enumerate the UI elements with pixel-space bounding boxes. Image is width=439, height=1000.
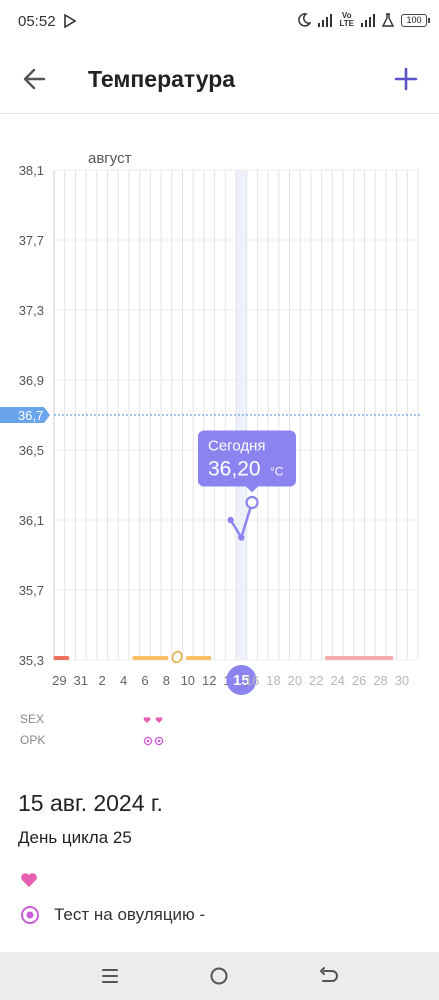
x-tick-label: 6 — [141, 673, 148, 688]
reference-line-label: 36,7 — [18, 408, 43, 423]
temperature-point — [227, 516, 234, 524]
plus-icon[interactable] — [391, 64, 421, 94]
tooltip-unit: °C — [270, 465, 284, 479]
temperature-point — [245, 495, 259, 510]
y-tick-label: 36,5 — [19, 443, 44, 458]
opk-row-label: OPK — [20, 733, 46, 747]
x-tick-label: 18 — [266, 673, 280, 688]
status-bar: 05:52 Vo LTE 100 — [0, 0, 439, 44]
x-tick-label: 12 — [202, 673, 216, 688]
lab-flask-icon — [382, 13, 394, 27]
chart-canvas[interactable]: 38,1 37,7 37,3 36,9 36,5 36,1 35,7 35,3 36,7 29 31… — [0, 140, 439, 700]
x-tick-label: 26 — [352, 673, 366, 688]
ovulation-test-row[interactable]: Тест на овуляцию - — [20, 905, 205, 925]
app-bar: Температура — [0, 44, 439, 114]
heart-icon[interactable] — [20, 872, 38, 888]
cycle-day: День цикла 25 — [18, 828, 132, 847]
tooltip-pointer — [246, 486, 259, 493]
x-tick-label: 4 — [120, 673, 127, 688]
x-tick-label: 28 — [373, 673, 387, 688]
ovulation-egg-icon — [171, 650, 183, 664]
temperature-point — [238, 534, 245, 541]
tooltip-value: 36,20 — [208, 458, 261, 481]
selected-day-column — [236, 170, 247, 660]
y-tick-label: 37,7 — [19, 233, 44, 248]
x-tick-label: 8 — [163, 673, 170, 688]
signal-icon — [318, 14, 333, 27]
x-tick-label: 30 — [395, 673, 409, 688]
play-store-icon — [64, 14, 76, 28]
battery-icon: 100 — [401, 13, 430, 27]
x-tick-label: 16 — [245, 673, 259, 688]
temperature-chart[interactable]: август 38,1 37,7 37,3 36,9 36,5 36,1 35,7 35,3 3… — [0, 140, 439, 700]
x-tick-label: 29 — [52, 673, 66, 688]
do-not-disturb-moon-icon — [298, 13, 312, 27]
system-nav-bar — [0, 952, 439, 1000]
volte-indicator: Vo LTE — [339, 12, 354, 28]
back-nav-icon[interactable] — [316, 964, 340, 988]
y-tick-label: 36,9 — [19, 373, 44, 388]
x-tick-label: 22 — [309, 673, 323, 688]
target-icon — [21, 906, 39, 924]
sex-markers-icon — [143, 717, 163, 723]
x-tick-label: 10 — [181, 673, 195, 688]
selected-date: 15 авг. 2024 г. — [18, 790, 163, 816]
back-arrow-icon[interactable] — [20, 64, 50, 94]
month-label: август — [88, 150, 132, 167]
opk-markers-icon — [143, 736, 164, 746]
x-tick-label: 31 — [74, 673, 88, 688]
recent-apps-icon[interactable] — [98, 964, 122, 988]
page-title: Температура — [88, 66, 236, 92]
tooltip-label: Сегодня — [208, 438, 266, 455]
y-tick-label: 35,7 — [19, 583, 44, 598]
volte-line2: LTE — [339, 19, 354, 28]
y-tick-label: 38,1 — [19, 163, 44, 178]
x-tick-label: 2 — [99, 673, 106, 688]
y-tick-label: 36,1 — [19, 513, 44, 528]
y-tick-label: 37,3 — [19, 303, 44, 318]
sex-row-label: SEX — [20, 712, 45, 726]
x-tick-label: 24 — [330, 673, 344, 688]
ovulation-test-text: Тест на овуляцию - — [54, 905, 206, 924]
y-tick-label: 35,3 — [19, 653, 44, 668]
status-time: 05:52 — [18, 13, 56, 30]
x-tick-label: 20 — [288, 673, 302, 688]
home-icon[interactable] — [207, 964, 231, 988]
signal-icon-2 — [361, 14, 375, 27]
